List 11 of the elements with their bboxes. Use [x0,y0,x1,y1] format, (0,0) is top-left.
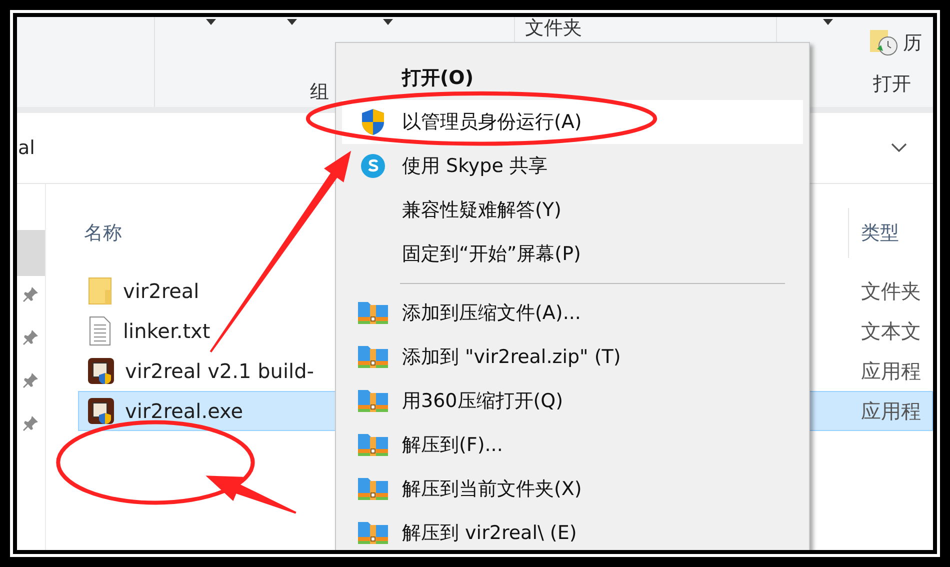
file-type: 应用程 [860,398,922,424]
file-type: 文本文 [860,318,922,344]
file-name: vir2real v2.1 build- [125,359,314,383]
address-text: al [18,137,35,159]
ribbon-group-label: 组 [310,80,329,105]
file-name: linker.txt [123,319,210,343]
ribbon-group-label: 文件夹 [525,17,582,41]
file-name: vir2real.exe [125,399,244,423]
file-type: 文件夹 [860,278,922,304]
file-name: vir2real [123,279,200,303]
file-type: 应用程 [860,358,922,384]
